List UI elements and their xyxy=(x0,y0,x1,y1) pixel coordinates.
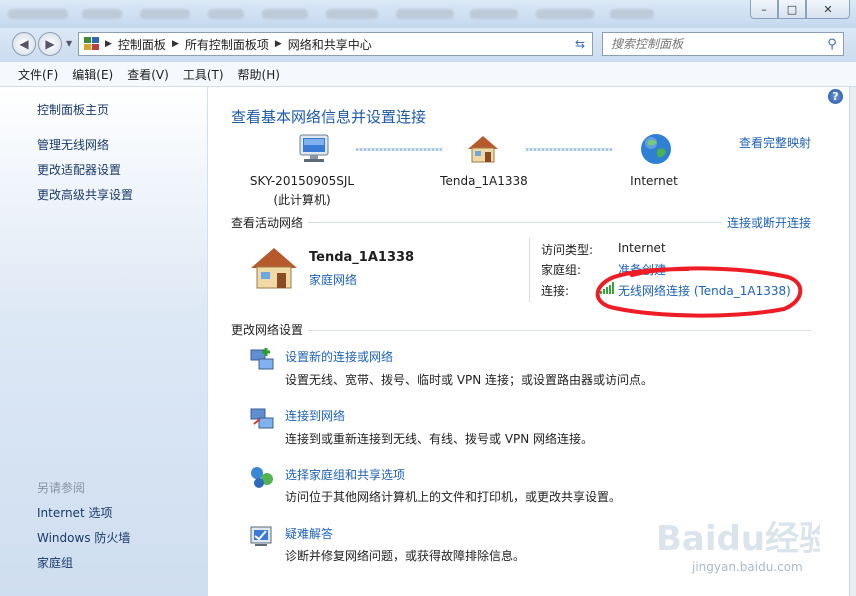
sidebar-item-firewall[interactable]: Windows 防火墙 xyxy=(37,529,130,546)
active-network-name: Tenda_1A1338 xyxy=(309,250,415,265)
active-networks-heading: 查看活动网络 xyxy=(231,216,304,230)
blurred-tab xyxy=(396,9,454,19)
sidebar: 控制面板主页 管理无线网络 更改适配器设置 更改高级共享设置 另请参阅 Inte… xyxy=(0,87,207,596)
access-type-label: 访问类型: xyxy=(541,243,594,257)
forward-arrow-icon: ▶ xyxy=(45,37,55,51)
blurred-tab xyxy=(610,9,654,19)
forward-button[interactable]: ▶ xyxy=(38,32,62,56)
connect-disconnect-link[interactable]: 连接或断开连接 xyxy=(727,214,811,231)
window-controls: – □ ✕ xyxy=(750,0,850,19)
connection-line xyxy=(526,148,612,151)
sidebar-item-internet-options[interactable]: Internet 选项 xyxy=(37,504,112,521)
chevron-right-icon[interactable]: ▶ xyxy=(275,39,282,49)
refresh-button[interactable]: ⇆ xyxy=(568,32,593,56)
computer-icon xyxy=(299,134,329,162)
map-network-name: Tenda_1A1338 xyxy=(440,174,528,188)
blurred-tab xyxy=(536,9,594,19)
task-homegroup-options[interactable]: 选择家庭组和共享选项 xyxy=(285,466,405,483)
search-input[interactable] xyxy=(603,36,821,52)
home-network-icon xyxy=(251,248,297,289)
chevron-right-icon[interactable]: ▶ xyxy=(172,39,179,49)
task-connect-network[interactable]: 连接到网络 xyxy=(285,407,345,424)
change-settings-heading: 更改网络设置 xyxy=(231,323,304,337)
homegroup-sharing-icon xyxy=(251,467,273,488)
menu-bar: 文件(F) 编辑(E) 查看(V) 工具(T) 帮助(H) xyxy=(0,62,856,87)
recent-pages-dropdown[interactable]: ▼ xyxy=(66,39,72,48)
scrollbar[interactable] xyxy=(849,87,856,596)
network-sharing-center-window: – □ ✕ ◀ ▶ ▼ ▶ 控制面板 ▶ 所有控制面板项 ▶ 网络和共享中心 ⇆… xyxy=(0,0,856,596)
wireless-connection-link[interactable]: 无线网络连接 (Tenda_1A1338) xyxy=(618,282,791,299)
task-troubleshoot[interactable]: 疑难解答 xyxy=(285,525,333,542)
troubleshoot-icon xyxy=(250,526,272,546)
sidebar-item-adapter-settings[interactable]: 更改适配器设置 xyxy=(37,161,121,178)
blurred-tab xyxy=(262,9,308,19)
task-description: 连接到或重新连接到无线、有线、拨号或 VPN 网络连接。 xyxy=(285,432,594,446)
task-description: 诊断并修复网络问题，或获得故障排除信息。 xyxy=(285,549,526,563)
sidebar-item-advanced-sharing[interactable]: 更改高级共享设置 xyxy=(37,186,133,203)
divider xyxy=(308,222,722,223)
menu-edit[interactable]: 编辑(E) xyxy=(72,66,113,83)
refresh-icon: ⇆ xyxy=(574,37,586,51)
home-network-icon xyxy=(468,136,498,163)
homegroup-label: 家庭组: xyxy=(541,263,582,277)
control-panel-icon xyxy=(84,37,99,50)
see-also-heading: 另请参阅 xyxy=(37,481,86,495)
help-button[interactable]: ? xyxy=(828,89,843,104)
sidebar-item-homegroup[interactable]: 家庭组 xyxy=(37,554,73,571)
sidebar-item-home[interactable]: 控制面板主页 xyxy=(37,101,109,118)
sidebar-item-manage-wireless[interactable]: 管理无线网络 xyxy=(37,136,109,153)
new-connection-icon xyxy=(250,348,274,370)
blurred-tab xyxy=(208,9,244,19)
menu-tools[interactable]: 工具(T) xyxy=(183,66,224,83)
menu-view[interactable]: 查看(V) xyxy=(127,66,169,83)
blurred-tab xyxy=(82,9,122,19)
breadcrumb-network-center[interactable]: 网络和共享中心 xyxy=(288,36,372,53)
watermark-url: jingyan.baidu.com xyxy=(692,560,803,574)
title-bar: – □ ✕ xyxy=(0,0,856,28)
blurred-tab xyxy=(326,9,378,19)
minimize-button[interactable]: – xyxy=(750,0,778,19)
breadcrumb: 控制面板 ▶ 所有控制面板项 ▶ 网络和共享中心 xyxy=(118,36,372,53)
connection-line xyxy=(356,148,442,151)
vertical-divider xyxy=(529,238,530,302)
wireless-signal-icon xyxy=(600,282,614,294)
maximize-button[interactable]: □ xyxy=(778,0,806,19)
back-arrow-icon: ◀ xyxy=(19,37,29,51)
connection-label: 连接: xyxy=(541,284,570,298)
internet-globe-icon xyxy=(641,134,671,164)
view-full-map-link[interactable]: 查看完整映射 xyxy=(739,134,811,151)
menu-help[interactable]: 帮助(H) xyxy=(238,66,280,83)
menu-file[interactable]: 文件(F) xyxy=(18,66,58,83)
blurred-tab xyxy=(8,9,68,19)
chevron-right-icon: ▶ xyxy=(105,39,112,49)
blurred-tab xyxy=(140,9,190,19)
help-icon: ? xyxy=(832,90,839,103)
network-type-link[interactable]: 家庭网络 xyxy=(309,271,357,288)
search-box: ⚲ xyxy=(602,32,844,56)
close-button[interactable]: ✕ xyxy=(806,0,850,19)
search-icon[interactable]: ⚲ xyxy=(821,37,843,52)
divider xyxy=(308,330,811,331)
task-description: 访问位于其他网络计算机上的文件和打印机，或更改共享设置。 xyxy=(285,490,622,504)
address-toolbar: ◀ ▶ ▼ ▶ 控制面板 ▶ 所有控制面板项 ▶ 网络和共享中心 ⇆ 搜索控制面… xyxy=(0,28,856,62)
breadcrumb-control-panel[interactable]: 控制面板 xyxy=(118,36,166,53)
map-internet-label: Internet xyxy=(630,174,678,188)
breadcrumb-all-items[interactable]: 所有控制面板项 xyxy=(185,36,269,53)
computer-name: SKY-20150905SJL xyxy=(249,174,355,188)
address-field[interactable]: ▶ 控制面板 ▶ 所有控制面板项 ▶ 网络和共享中心 xyxy=(78,32,570,56)
task-new-connection[interactable]: 设置新的连接或网络 xyxy=(285,348,393,365)
task-description: 设置无线、宽带、拨号、临时或 VPN 连接；或设置路由器或访问点。 xyxy=(285,373,654,387)
connect-to-network-icon xyxy=(250,408,274,429)
back-button[interactable]: ◀ xyxy=(12,32,36,56)
computer-subtitle: (此计算机) xyxy=(273,193,331,207)
homegroup-ready-link[interactable]: 准备创建 xyxy=(618,261,666,278)
access-type-value: Internet xyxy=(618,241,666,255)
blurred-tab xyxy=(470,9,518,19)
page-title: 查看基本网络信息并设置连接 xyxy=(231,108,427,126)
